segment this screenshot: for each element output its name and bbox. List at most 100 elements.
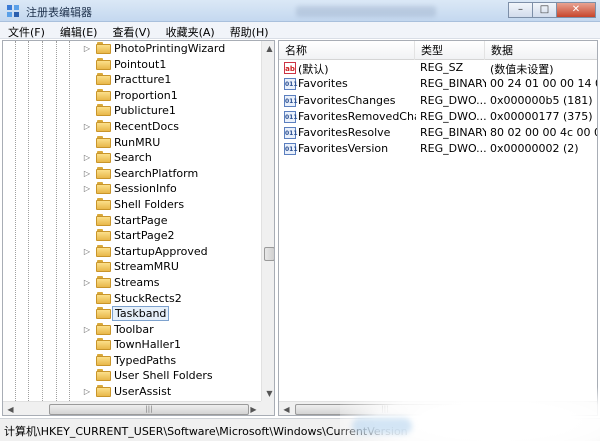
tree-item-label: SearchPlatform (114, 166, 199, 180)
maximize-button[interactable]: □ (532, 2, 556, 18)
menu-file[interactable]: 文件(F) (0, 22, 52, 39)
tree-item[interactable]: TownHaller1 (3, 337, 261, 353)
folder-icon (96, 42, 111, 54)
tree-item[interactable]: ▷ Streams (3, 275, 261, 291)
title-bar[interactable]: 注册表编辑器 – □ ✕ (0, 0, 600, 22)
key-tree-pane[interactable]: ▷ PhotoPrintingWizard Pointout1 Practture1 P… (2, 40, 275, 416)
value-data: 0x00000177 (375) (490, 109, 593, 123)
folder-icon (96, 244, 111, 257)
value-data: 0x000000b5 (181) (490, 93, 593, 107)
value-type: REG_DWO... (420, 142, 486, 156)
folder-icon (96, 88, 111, 101)
expand-arrow-icon[interactable]: ▷ (83, 44, 91, 54)
tree-item[interactable]: Pointout1 (3, 57, 261, 73)
expand-arrow-icon[interactable]: ▷ (83, 247, 91, 257)
folder-icon (96, 338, 111, 351)
minimize-button[interactable]: – (508, 2, 532, 18)
menu-help[interactable]: 帮助(H) (222, 22, 276, 39)
values-pane[interactable]: 名称 类型 数据 ab (默认) REG_SZ (数值未设置) 011 Favorites… (278, 40, 598, 416)
value-row[interactable]: ab (默认) REG_SZ (数值未设置) (279, 60, 597, 76)
tree-item[interactable]: RunMRU (3, 135, 261, 151)
tree-item-label: RunMRU (114, 135, 161, 149)
tree-item[interactable]: ▷ Toolbar (3, 322, 261, 338)
tree-horizontal-scroll-thumb[interactable]: ||| (49, 404, 249, 415)
folder-icon (96, 73, 111, 86)
tree-item-label: Search (114, 151, 152, 165)
value-row[interactable]: 011 FavoritesVersion REG_DWO... 0x00000002 … (279, 141, 597, 157)
scroll-down-icon[interactable]: ▼ (262, 386, 274, 401)
tree-item[interactable]: User Shell Folders (3, 368, 261, 384)
tree-item-label: Toolbar (114, 322, 154, 336)
value-row[interactable]: 011 FavoritesResolve REG_BINARY 80 02 00 00… (279, 125, 597, 141)
expand-arrow-icon[interactable]: ▷ (83, 169, 91, 179)
tree-item[interactable]: Taskband (3, 306, 261, 322)
tree-item[interactable]: ▷ PhotoPrintingWizard (3, 41, 261, 57)
tree-item-label: UserAssist (114, 385, 172, 399)
tree-item[interactable]: StuckRects2 (3, 291, 261, 307)
tree-item[interactable]: ▷ RecentDocs (3, 119, 261, 135)
window-title: 注册表编辑器 (26, 6, 92, 19)
folder-icon (96, 353, 111, 366)
scroll-left-icon[interactable]: ◀ (279, 402, 294, 415)
tree-item[interactable]: StartPage2 (3, 228, 261, 244)
menu-favorites[interactable]: 收藏夹(A) (158, 22, 222, 39)
expand-arrow-icon[interactable]: ▷ (83, 153, 91, 163)
value-name: FavoritesRemovedChan... (298, 109, 416, 123)
tree-item[interactable]: StartPage (3, 213, 261, 229)
binary-value-icon: 011 (284, 110, 298, 123)
folder-icon (96, 385, 111, 398)
value-name: FavoritesChanges (298, 93, 396, 107)
values-list: ab (默认) REG_SZ (数值未设置) 011 Favorites REG_BINAR… (279, 60, 597, 158)
folder-icon (96, 307, 111, 320)
tree-vertical-scrollbar[interactable]: ▲ ▼ (261, 41, 274, 401)
tree-item-label: StreamMRU (114, 260, 179, 274)
scroll-up-icon[interactable]: ▲ (262, 41, 274, 56)
tree-item[interactable]: Proportion1 (3, 88, 261, 104)
tree-item-label: Proportion1 (114, 88, 178, 102)
tree-item[interactable]: StreamMRU (3, 259, 261, 275)
tree-item-label: PhotoPrintingWizard (114, 42, 226, 55)
column-header-data[interactable]: 数据 (485, 41, 597, 60)
binary-value-icon: 011 (284, 94, 298, 107)
column-header-name[interactable]: 名称 (279, 41, 415, 60)
tree-item[interactable]: TypedPaths (3, 353, 261, 369)
scroll-left-icon[interactable]: ◀ (3, 402, 18, 415)
expand-arrow-icon[interactable]: ▷ (83, 325, 91, 335)
tree-item-label: Practture1 (114, 73, 172, 87)
scrollbar-corner (261, 401, 274, 415)
tree-item[interactable]: Shell Folders (3, 197, 261, 213)
value-type: REG_BINARY (420, 77, 486, 91)
expand-arrow-icon[interactable]: ▷ (83, 278, 91, 288)
tree-vertical-scroll-thumb[interactable] (264, 247, 274, 261)
tree-item-label: StartupApproved (114, 244, 208, 258)
value-row[interactable]: 011 FavoritesChanges REG_DWO... 0x000000b5 … (279, 93, 597, 109)
tree-horizontal-scrollbar[interactable]: ◀ ||| ▶ (3, 401, 261, 415)
expand-arrow-icon[interactable]: ▷ (83, 122, 91, 132)
tree-item[interactable]: ▷ SessionInfo (3, 181, 261, 197)
tree-item[interactable]: Publicture1 (3, 103, 261, 119)
value-name: Favorites (298, 77, 348, 91)
folder-icon (96, 135, 111, 148)
menu-edit[interactable]: 编辑(E) (52, 22, 105, 39)
tree-item[interactable]: ▷ SearchPlatform (3, 166, 261, 182)
close-button[interactable]: ✕ (556, 2, 596, 18)
column-header-type[interactable]: 类型 (415, 41, 485, 60)
tree-item[interactable]: ▷ Search (3, 150, 261, 166)
tree-item-label: RecentDocs (114, 119, 179, 133)
tree-item-label: TownHaller1 (114, 338, 181, 352)
expand-arrow-icon[interactable]: ▷ (83, 184, 91, 194)
value-row[interactable]: 011FavoritesRemovedChan... REG_DWO... 0x00… (279, 109, 597, 125)
expand-arrow-icon[interactable]: ▷ (83, 387, 91, 397)
tree-item-label: Publicture1 (114, 104, 176, 118)
folder-icon (96, 369, 111, 382)
value-name: FavoritesResolve (298, 126, 391, 140)
value-row[interactable]: 011 Favorites REG_BINARY 00 24 01 00 00 14 … (279, 76, 597, 92)
tree-item[interactable]: ▷ StartupApproved (3, 244, 261, 260)
menu-view[interactable]: 查看(V) (104, 22, 157, 39)
folder-icon (96, 104, 111, 117)
menu-bar: 文件(F) 编辑(E) 查看(V) 收藏夹(A) 帮助(H) (0, 22, 600, 39)
scroll-right-icon[interactable]: ▶ (246, 402, 261, 415)
tree-item[interactable]: ▷ UserAssist (3, 384, 261, 400)
tree-item[interactable]: Practture1 (3, 72, 261, 88)
registry-editor-icon (7, 5, 19, 17)
